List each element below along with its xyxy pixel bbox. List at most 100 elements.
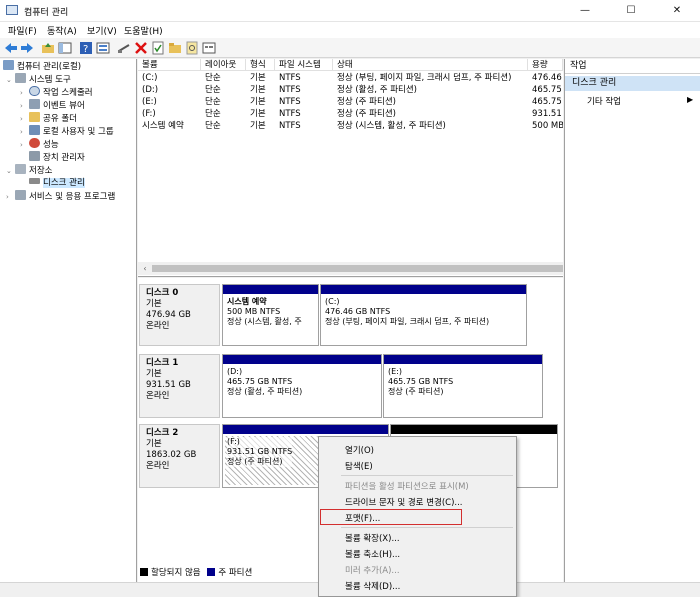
tree-item-task-scheduler[interactable]: › 작업 스케줄러 (20, 86, 93, 99)
partition-name: (C:) (325, 297, 340, 306)
actions-title: 작업 (565, 59, 700, 74)
disk-size: 476.94 GB (146, 310, 191, 320)
column-header-layout[interactable]: 레이아웃 (201, 59, 246, 71)
volume-capacity: 931.51 (532, 109, 562, 119)
menu-view[interactable]: 보기(V) (87, 24, 117, 37)
volume-status: 정상 (활성, 주 파티션) (337, 85, 418, 95)
tree-item-device-manager[interactable]: 장치 관리자 (29, 151, 85, 164)
menu-item-explore[interactable]: 탐색(E) (345, 460, 373, 472)
volume-status: 정상 (주 파티션) (337, 109, 396, 119)
tree-item-storage[interactable]: ⌄ 저장소 (6, 164, 52, 177)
column-header-type[interactable]: 형식 (246, 59, 275, 71)
chevron-right-icon[interactable]: › (20, 139, 29, 152)
disk-2-label[interactable]: 디스크 2 기본 1863.02 GB 온라인 (139, 424, 220, 488)
scroll-left-icon[interactable]: ‹ (139, 262, 151, 275)
column-header-capacity[interactable]: 용량 (528, 59, 563, 71)
title-bar: 컴퓨터 관리 — ☐ ✕ (0, 0, 700, 22)
menu-help[interactable]: 도움말(H) (124, 24, 163, 37)
console-view-icon[interactable] (202, 41, 216, 55)
partition-status: 정상 (부팅, 페이지 파일, 크래시 덤프, 주 파티션) (325, 317, 490, 326)
disk-name: 디스크 2 (146, 428, 179, 438)
partition-status: 정상 (주 파티션) (227, 457, 283, 466)
maximize-button[interactable]: ☐ (608, 0, 654, 22)
disk-state: 온라인 (146, 461, 170, 471)
partition-detail: 465.75 GB NTFS (388, 377, 454, 386)
disk-size: 1863.02 GB (146, 450, 197, 460)
partition-d[interactable]: (D:) 465.75 GB NTFS 정상 (활성, 주 파티션) (222, 354, 382, 418)
tree-item-disk-management[interactable]: 디스크 관리 (29, 177, 85, 190)
tree-item-root[interactable]: 컴퓨터 관리(로컬) (3, 60, 81, 73)
legend: 할당되지 않음 주 파티션 (140, 566, 252, 578)
format-highlight-box (320, 509, 462, 525)
minimize-button[interactable]: — (562, 0, 608, 22)
unallocated-swatch (140, 568, 148, 576)
folder-open-icon[interactable] (168, 41, 182, 55)
volume-name: (C:) (142, 73, 158, 83)
close-button[interactable]: ✕ (654, 0, 700, 22)
menu-item-shrink[interactable]: 볼륨 축소(H)... (345, 548, 400, 560)
disk-icon (29, 178, 40, 184)
tree-item-system-tools[interactable]: ⌄ 시스템 도구 (6, 73, 71, 86)
storage-icon (15, 164, 26, 174)
menu-item-change-letter[interactable]: 드라이브 문자 및 경로 변경(C)... (345, 496, 463, 508)
show-hide-tree-icon[interactable] (58, 41, 72, 55)
partition-e[interactable]: (E:) 465.75 GB NTFS 정상 (주 파티션) (383, 354, 543, 418)
search-doc-icon[interactable] (185, 41, 199, 55)
partition-c[interactable]: (C:) 476.46 GB NTFS 정상 (부팅, 페이지 파일, 크래시 … (320, 284, 527, 346)
menu-separator (341, 527, 513, 528)
disk-type: 기본 (146, 369, 162, 379)
column-header-status[interactable]: 상태 (333, 59, 528, 71)
volume-filesystem: NTFS (279, 85, 301, 95)
forward-arrow-icon[interactable] (20, 41, 34, 55)
tree-item-shared-folders[interactable]: › 공유 폴더 (20, 112, 77, 125)
chevron-down-icon[interactable]: ⌄ (6, 74, 15, 87)
tree-item-services[interactable]: › 서비스 및 응용 프로그램 (6, 190, 115, 203)
tree-item-performance[interactable]: › 성능 (20, 138, 59, 151)
volume-status: 정상 (부팅, 페이지 파일, 크래시 덤프, 주 파티션) (337, 73, 512, 83)
properties-icon[interactable] (96, 41, 110, 55)
connect-icon[interactable] (117, 41, 131, 55)
horizontal-scrollbar[interactable]: ‹ (138, 262, 563, 275)
disk-0-label[interactable]: 디스크 0 기본 476.94 GB 온라인 (139, 284, 220, 346)
partition-name: (D:) (227, 367, 243, 376)
menu-item-extend[interactable]: 볼륨 확장(X)... (345, 532, 400, 544)
partition-status: 정상 (시스템, 활성, 주 (227, 317, 302, 326)
menu-file[interactable]: 파일(F) (8, 24, 37, 37)
up-folder-icon[interactable] (41, 41, 55, 55)
primary-partition-bar (223, 425, 388, 434)
tree-item-event-viewer[interactable]: › 이벤트 뷰어 (20, 99, 85, 112)
actions-section-disk-management[interactable]: 디스크 관리 (565, 76, 700, 91)
column-header-filesystem[interactable]: 파일 시스템 (275, 59, 333, 71)
partition-status: 정상 (활성, 주 파티션) (227, 387, 303, 396)
volume-filesystem: NTFS (279, 121, 301, 131)
volume-filesystem: NTFS (279, 109, 301, 119)
primary-partition-bar (223, 285, 318, 294)
chevron-down-icon[interactable]: ⌄ (6, 165, 15, 178)
event-viewer-icon (29, 99, 40, 109)
partition-system-reserved[interactable]: 시스템 예약 500 MB NTFS 정상 (시스템, 활성, 주 (222, 284, 319, 346)
window-title: 컴퓨터 관리 (24, 8, 69, 18)
disk-state: 온라인 (146, 321, 170, 331)
more-actions[interactable]: 기타 작업 (587, 95, 621, 107)
primary-partition-bar (384, 355, 542, 364)
checkmark-doc-icon[interactable] (151, 41, 165, 55)
partition-detail: 500 MB NTFS (227, 307, 281, 316)
tree-item-local-users[interactable]: › 로컬 사용자 및 그룹 (20, 125, 114, 138)
menu-item-open[interactable]: 열기(O) (345, 444, 374, 456)
volume-status: 정상 (주 파티션) (337, 97, 396, 107)
column-header-volume[interactable]: 볼륨 (138, 59, 201, 71)
navigation-tree: 컴퓨터 관리(로컬) ⌄ 시스템 도구 › 작업 스케줄러 › 이벤트 뷰어 › 공유 … (0, 59, 137, 582)
menu-item-delete[interactable]: 볼륨 삭제(D)... (345, 580, 400, 592)
scroll-thumb[interactable] (152, 265, 563, 272)
back-arrow-icon[interactable] (4, 41, 18, 55)
toolbar: ? (0, 38, 700, 58)
disk-1-label[interactable]: 디스크 1 기본 931.51 GB 온라인 (139, 354, 220, 418)
menu-action[interactable]: 동작(A) (47, 24, 77, 37)
help-icon[interactable]: ? (79, 41, 93, 55)
delete-x-icon[interactable] (134, 41, 148, 55)
partition-name: (E:) (388, 367, 402, 376)
submenu-arrow-icon[interactable]: ▶ (687, 95, 693, 104)
volume-type: 기본 (250, 121, 266, 131)
legend-unallocated: 할당되지 않음 (151, 568, 201, 578)
chevron-right-icon[interactable]: › (6, 191, 15, 204)
